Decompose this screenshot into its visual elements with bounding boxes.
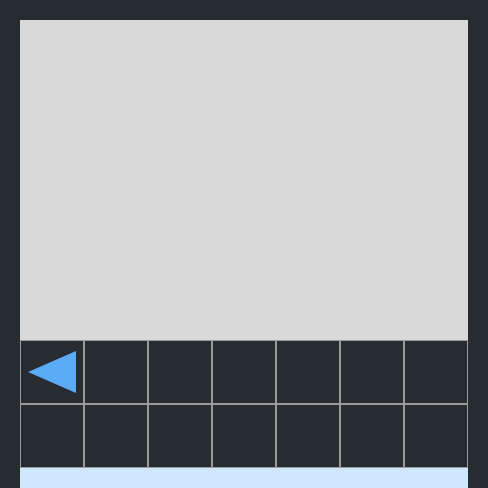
grid-cell-4[interactable] (212, 340, 276, 404)
grid-cell-2[interactable] (84, 340, 148, 404)
grid-cell-8[interactable] (20, 404, 84, 468)
grid-cell-10[interactable] (148, 404, 212, 468)
left-arrow-icon (28, 351, 76, 393)
play-area[interactable] (20, 20, 468, 340)
tool-grid (20, 340, 468, 468)
grid-cell-12[interactable] (276, 404, 340, 468)
grid-cell-11[interactable] (212, 404, 276, 468)
grid-cell-3[interactable] (148, 340, 212, 404)
status-bar (20, 468, 468, 488)
game-frame (0, 0, 488, 488)
grid-cell-6[interactable] (340, 340, 404, 404)
grid-cell-9[interactable] (84, 404, 148, 468)
grid-cell-13[interactable] (340, 404, 404, 468)
grid-cell-1[interactable] (20, 340, 84, 404)
grid-cell-7[interactable] (404, 340, 468, 404)
grid-cell-5[interactable] (276, 340, 340, 404)
grid-cell-14[interactable] (404, 404, 468, 468)
